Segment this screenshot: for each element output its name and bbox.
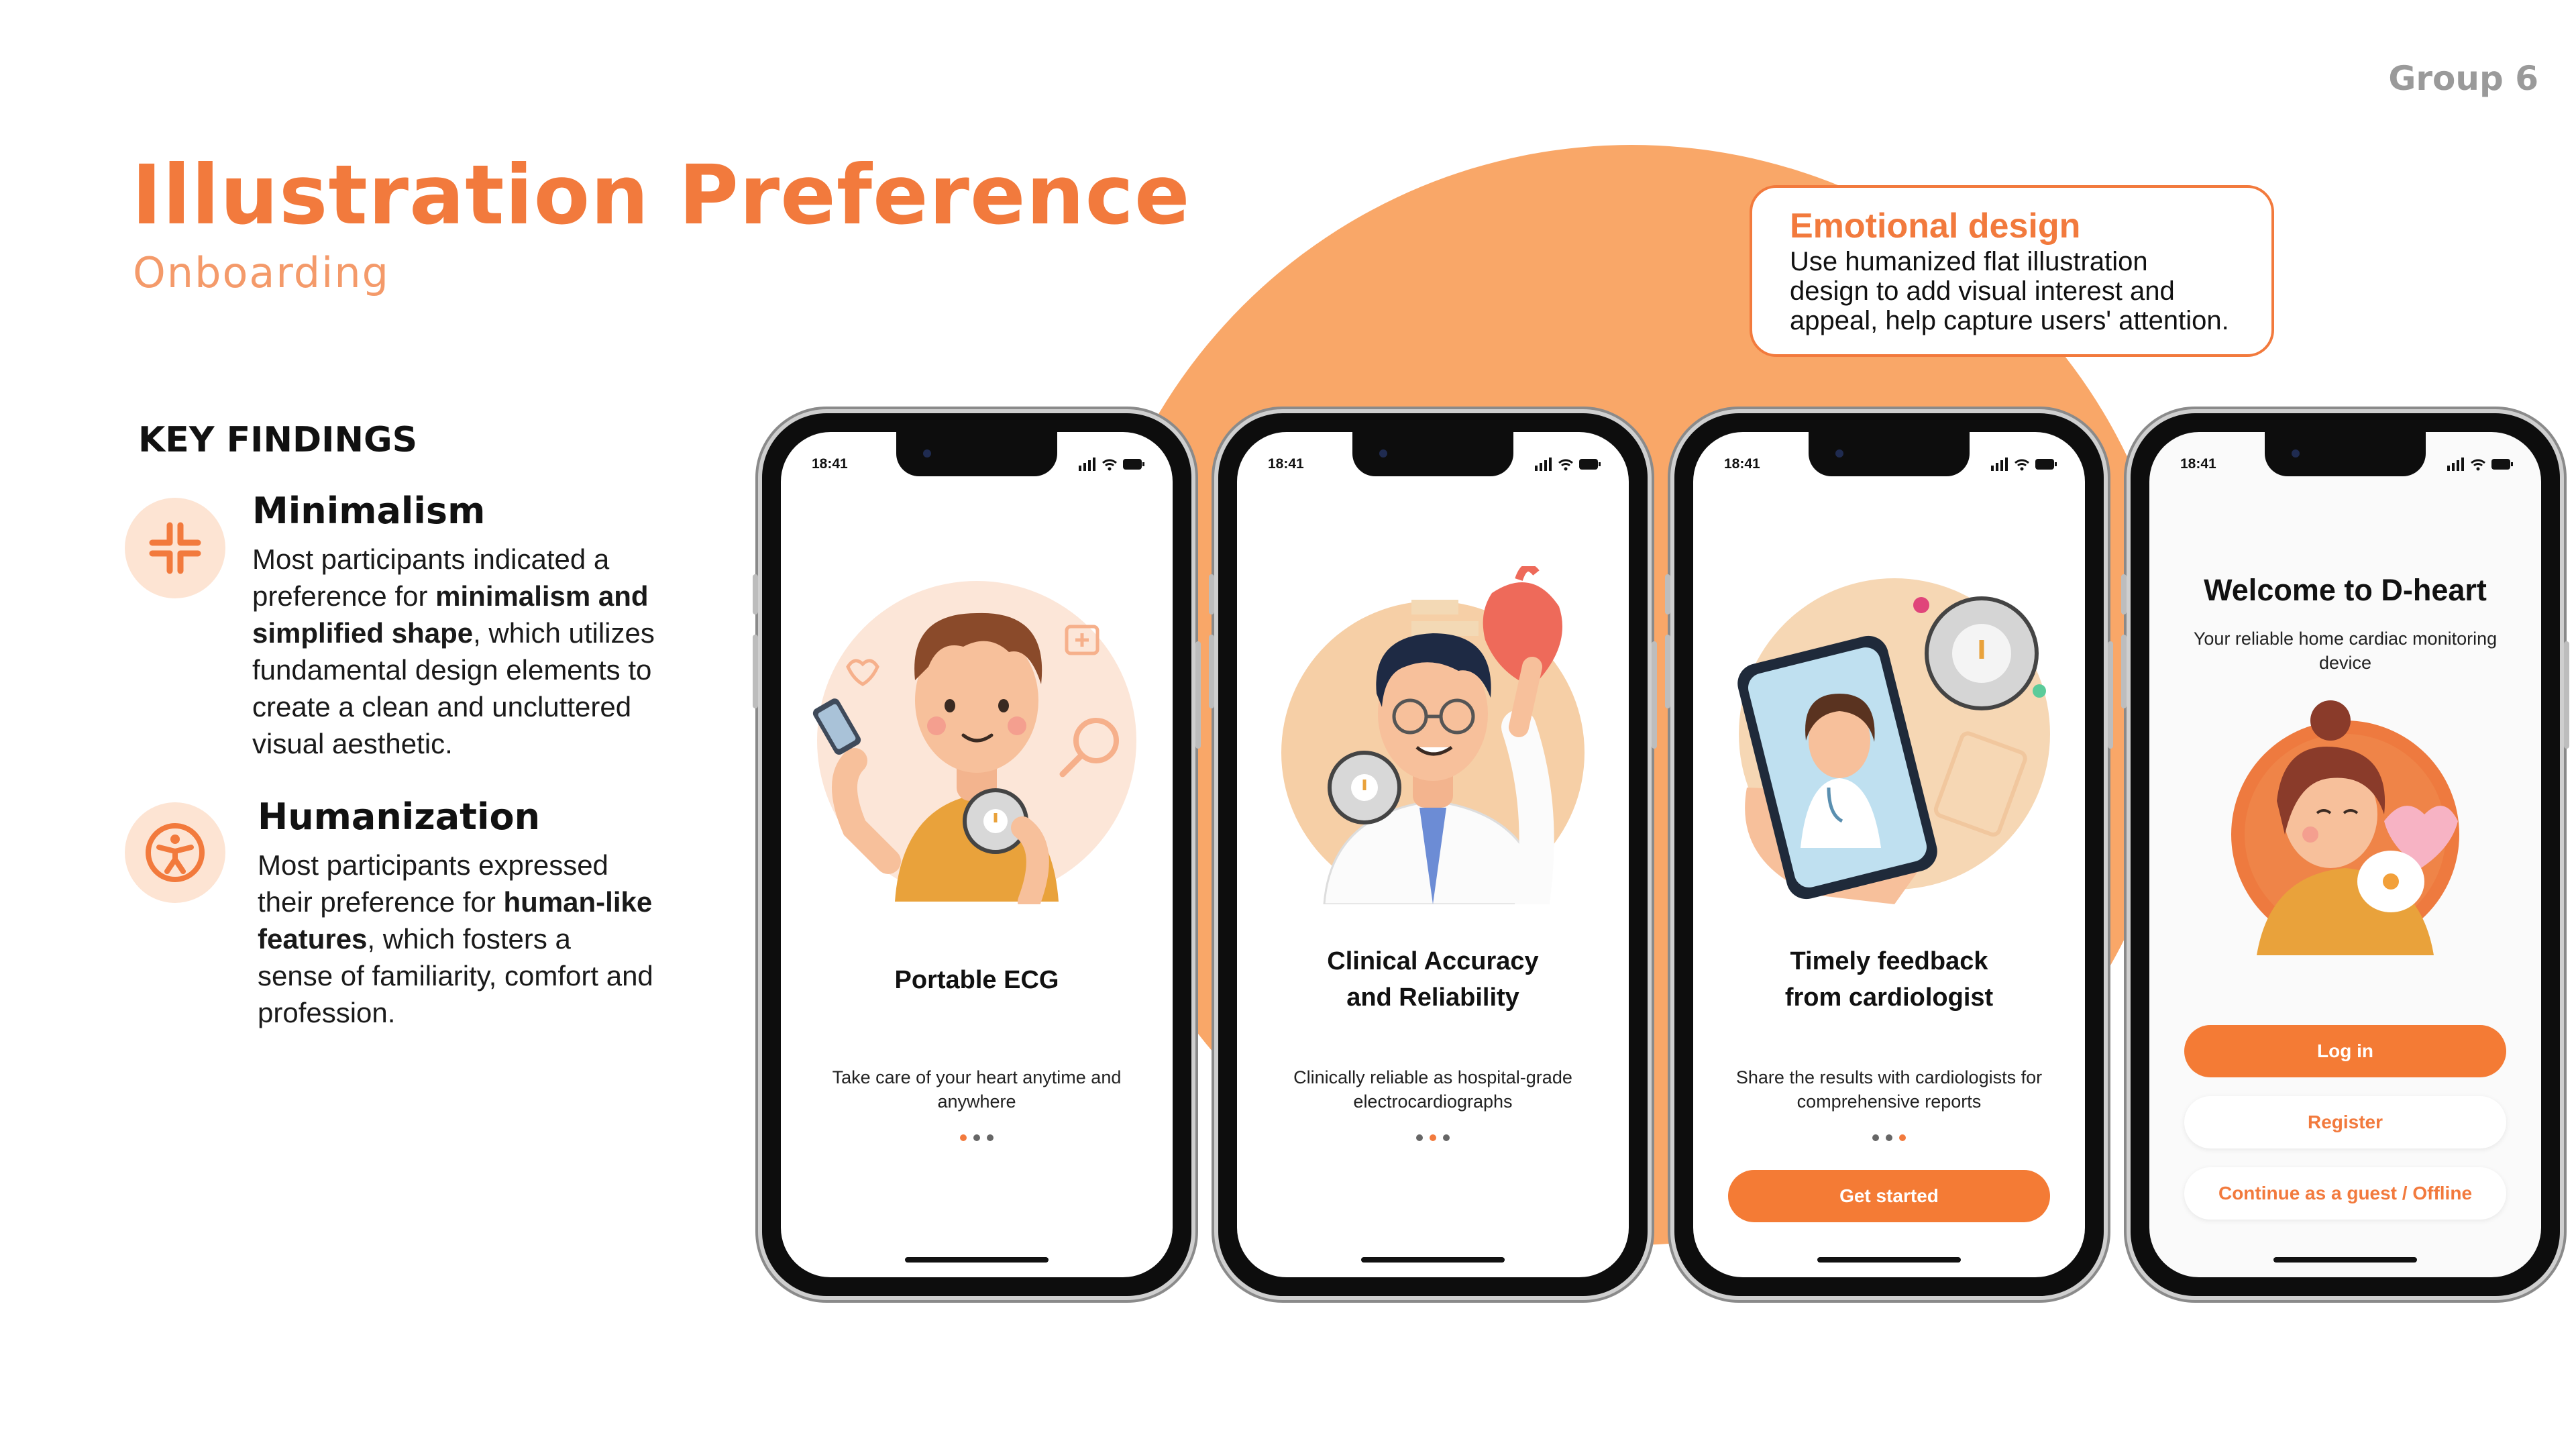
welcome-illustration [2231, 700, 2459, 955]
finding-title-humanization: Humanization [258, 796, 541, 838]
status-icons [1535, 458, 1601, 471]
onboarding-description: Share the results with cardiologists for… [1735, 1067, 2043, 1112]
welcome-subtitle: Your reliable home cardiac monitoring de… [2193, 629, 2498, 673]
page-dot-1[interactable] [960, 1134, 967, 1141]
onboarding-title: Clinical Accuracy and Reliability [1327, 947, 1539, 1012]
finding-text-minimalism: Most participants indicated a preference… [252, 543, 655, 759]
compress-arrows-icon [149, 522, 201, 574]
continue-as-guest-button[interactable]: Continue as a guest / Offline [2184, 1167, 2506, 1220]
phone-screen: 18:41 Timely feedback from cardiologist S… [1693, 432, 2085, 1277]
page-subtitle: Onboarding [133, 248, 390, 297]
home-indicator [1361, 1257, 1505, 1263]
status-time: 18:41 [1724, 456, 1760, 472]
doctor-illustration [1281, 566, 1585, 904]
home-indicator [905, 1257, 1049, 1263]
phone-onboarding-1: 18:41 Portable ECG Take care of your hea… [753, 413, 1201, 1296]
log-in-button[interactable]: Log in [2184, 1025, 2506, 1077]
group-label: Group 6 [2388, 59, 2538, 98]
status-icons [1079, 458, 1144, 471]
home-indicator [2273, 1257, 2417, 1263]
finding-title-minimalism: Minimalism [252, 490, 486, 532]
page-dot-3[interactable] [987, 1134, 994, 1141]
page-dot-2[interactable] [1430, 1134, 1436, 1141]
register-button[interactable]: Register [2184, 1096, 2506, 1148]
humanization-icon-badge [125, 802, 225, 903]
onboarding-description: Take care of your heart anytime and anyw… [832, 1067, 1122, 1112]
page-dot-1[interactable] [1416, 1134, 1423, 1141]
minimalism-icon-badge [125, 498, 225, 598]
phone-screen: 18:41 Clinical Accuracy and Reliability … [1237, 432, 1629, 1277]
page-indicator[interactable] [1693, 1132, 2085, 1144]
page-indicator[interactable] [1237, 1132, 1629, 1144]
cardiologist-feedback-illustration [1737, 578, 2050, 904]
onboarding-title: Portable ECG [894, 966, 1059, 994]
accessibility-person-icon [146, 823, 205, 882]
phone-screen: 18:41 Welcome to D-heart Your reliable h… [2149, 432, 2541, 1277]
status-time: 18:41 [812, 456, 848, 472]
phone-onboarding-2: 18:41 Clinical Accuracy and Reliability … [1209, 413, 1657, 1296]
emotional-design-callout: Emotional design Use humanized flat illu… [1750, 185, 2274, 357]
page-dot-2[interactable] [973, 1134, 980, 1141]
welcome-title: Welcome to D-heart [2204, 573, 2487, 607]
status-time: 18:41 [1268, 456, 1304, 472]
home-indicator [1817, 1257, 1961, 1263]
page-title: Illustration Preference [131, 148, 1191, 243]
callout-body: Use humanized flat illustration design t… [1790, 247, 2229, 335]
phone-screen: 18:41 Portable ECG Take care of your hea… [781, 432, 1173, 1277]
portable-ecg-illustration [812, 581, 1136, 904]
phone-onboarding-3: 18:41 Timely feedback from cardiologist S… [1665, 413, 2113, 1296]
status-time: 18:41 [2180, 456, 2216, 472]
key-findings-heading: KEY FINDINGS [138, 420, 418, 460]
status-icons [2447, 458, 2513, 471]
page-indicator[interactable] [781, 1132, 1173, 1144]
phone-welcome: 18:41 Welcome to D-heart Your reliable h… [2121, 413, 2569, 1296]
get-started-button[interactable]: Get started [1728, 1170, 2050, 1222]
onboarding-description: Clinically reliable as hospital-grade el… [1293, 1067, 1572, 1112]
finding-text-humanization: Most participants expressed their prefer… [258, 849, 653, 1028]
status-icons [1991, 458, 2057, 471]
page-dot-3[interactable] [1899, 1134, 1906, 1141]
page-dot-3[interactable] [1443, 1134, 1450, 1141]
page-dot-1[interactable] [1872, 1134, 1879, 1141]
page-dot-2[interactable] [1886, 1134, 1892, 1141]
callout-title: Emotional design [1790, 207, 2081, 246]
onboarding-title: Timely feedback from cardiologist [1784, 947, 1994, 1012]
